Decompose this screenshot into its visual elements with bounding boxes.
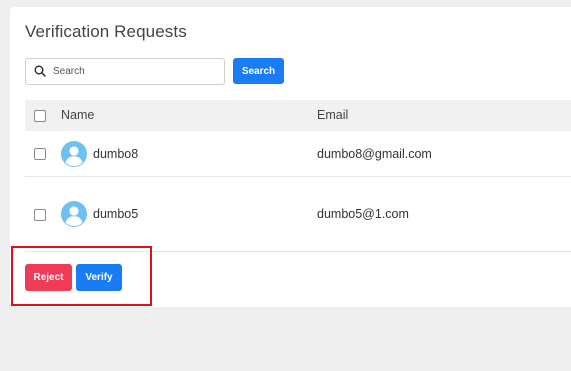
row-email: dumbo5@1.com (317, 207, 409, 221)
column-header-name: Name (61, 108, 95, 122)
avatar-icon (61, 201, 87, 227)
table-row[interactable]: dumbo5 dumbo5@1.com (25, 177, 571, 252)
avatar-icon (61, 141, 87, 167)
row-email: dumbo8@gmail.com (317, 147, 432, 161)
table-row[interactable]: dumbo8 dumbo8@gmail.com (25, 131, 571, 177)
page-title: Verification Requests (25, 22, 187, 41)
search-button[interactable]: Search (233, 58, 284, 84)
column-header-email: Email (317, 108, 349, 122)
table-header: Name Email (25, 100, 571, 131)
search-icon (34, 65, 46, 77)
select-all-checkbox[interactable] (34, 110, 46, 122)
highlight-annotation (11, 246, 152, 306)
search-field[interactable] (25, 58, 225, 85)
row-checkbox[interactable] (34, 209, 46, 221)
search-input[interactable] (53, 59, 218, 84)
row-checkbox[interactable] (34, 148, 46, 160)
row-name: dumbo8 (93, 147, 139, 161)
row-name: dumbo5 (93, 207, 139, 221)
